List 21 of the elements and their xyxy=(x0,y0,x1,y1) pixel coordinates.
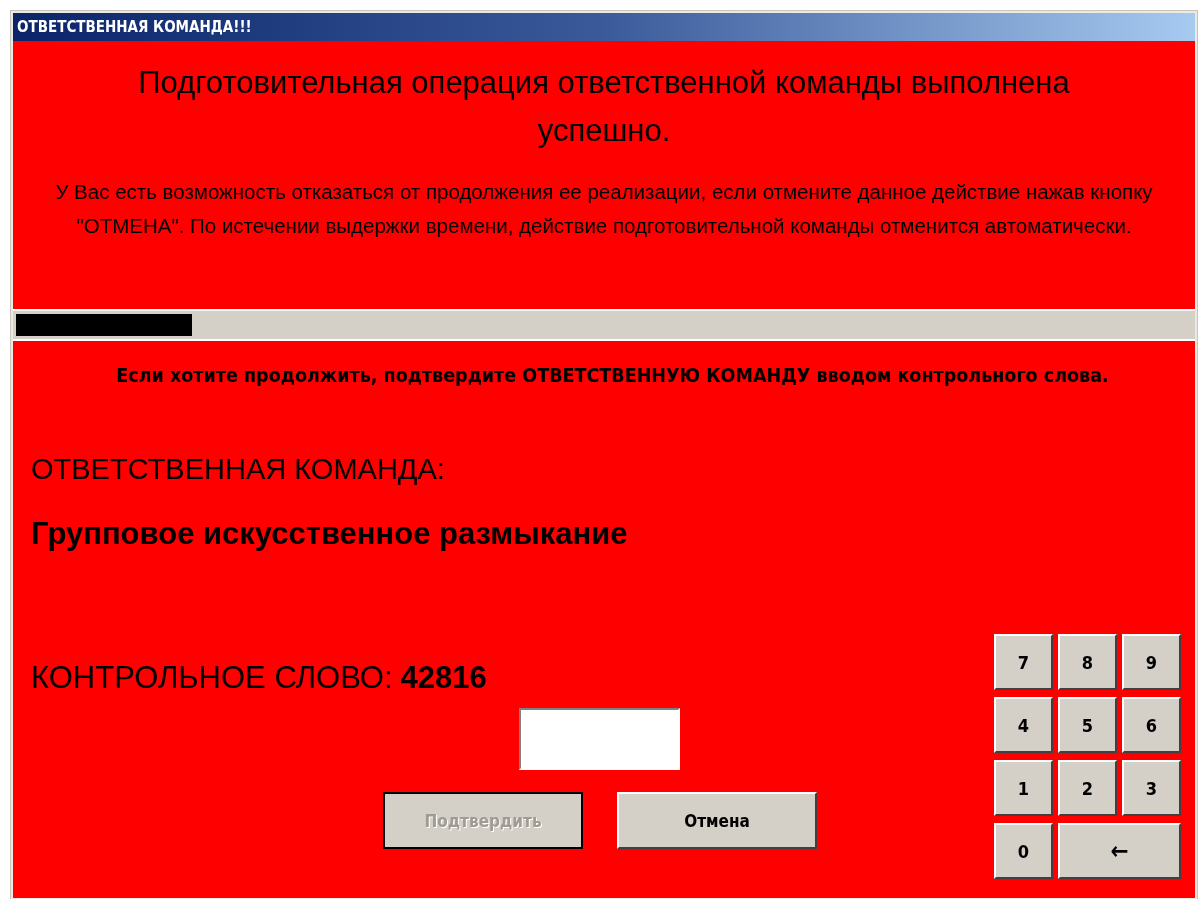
control-word-value: 42816 xyxy=(400,660,487,696)
backspace-key[interactable]: ← xyxy=(1058,823,1181,879)
control-word-input[interactable] xyxy=(519,708,680,770)
message-text: У Вас есть возможность отказаться от продолжения ее реализации, если отмените данное действие нажав кнопку "ОТМЕНА". По истечении выдержки времени, действие подготовительной команды отменится автоматически. xyxy=(54,179,1154,239)
digit-key[interactable]: 5 xyxy=(1058,697,1117,753)
digit-key[interactable]: 3 xyxy=(1122,760,1181,816)
control-word-label: КОНТРОЛЬНОЕ СЛОВО: xyxy=(31,660,393,696)
instruction-text: Если хотите продолжить, подтвердите ОТВЕТСТВЕННУЮ КОМАНДУ вводом контрольного слова. xyxy=(115,363,1110,389)
digit-key[interactable]: 8 xyxy=(1058,634,1117,690)
command-name: Групповое искусственное размыкание xyxy=(31,516,628,552)
digit-key[interactable]: 9 xyxy=(1122,634,1181,690)
message-heading: Подготовительная операция ответственной команды выполнена успешно. xyxy=(137,64,1071,150)
digit-key[interactable]: 6 xyxy=(1122,697,1181,753)
digit-key[interactable]: 0 xyxy=(994,823,1053,879)
digit-key[interactable]: 2 xyxy=(1058,760,1117,816)
window-title: ОТВЕТСТВЕННАЯ КОМАНДА!!! xyxy=(13,13,1195,41)
digit-key[interactable]: 4 xyxy=(994,697,1053,753)
command-label: ОТВЕТСТВЕННАЯ КОМАНДА: xyxy=(31,453,445,486)
cancel-button[interactable]: Отмена xyxy=(617,792,817,849)
digit-key[interactable]: 1 xyxy=(994,760,1053,816)
digit-key[interactable]: 7 xyxy=(994,634,1053,690)
